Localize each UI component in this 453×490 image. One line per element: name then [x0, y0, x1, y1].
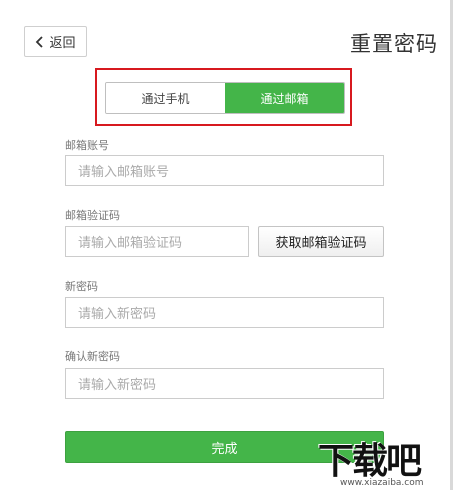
email-field[interactable]: 请输入邮箱账号: [65, 155, 384, 186]
code-field[interactable]: 请输入邮箱验证码: [65, 226, 249, 257]
tab-by-phone[interactable]: 通过手机: [106, 83, 225, 113]
reset-method-toggle: 通过手机 通过邮箱: [105, 82, 345, 114]
watermark-text: 下载吧: [318, 441, 422, 482]
get-code-button[interactable]: 获取邮箱验证码: [258, 226, 384, 257]
watermark-logo: 下载吧 www.xiazaiba.com: [318, 432, 450, 490]
new-password-label: 新密码: [65, 280, 98, 293]
chevron-left-icon: [36, 35, 44, 48]
new-password-field[interactable]: 请输入新密码: [65, 297, 384, 328]
code-label: 邮箱验证码: [65, 209, 120, 222]
back-button-label: 返回: [49, 36, 76, 51]
watermark-url: www.xiazaiba.com: [340, 478, 424, 488]
page-title: 重置密码: [350, 32, 438, 56]
tab-by-email[interactable]: 通过邮箱: [225, 83, 344, 113]
back-button[interactable]: 返回: [24, 26, 87, 57]
confirm-password-field[interactable]: 请输入新密码: [65, 368, 384, 399]
email-label: 邮箱账号: [65, 139, 109, 152]
confirm-password-label: 确认新密码: [65, 350, 120, 363]
